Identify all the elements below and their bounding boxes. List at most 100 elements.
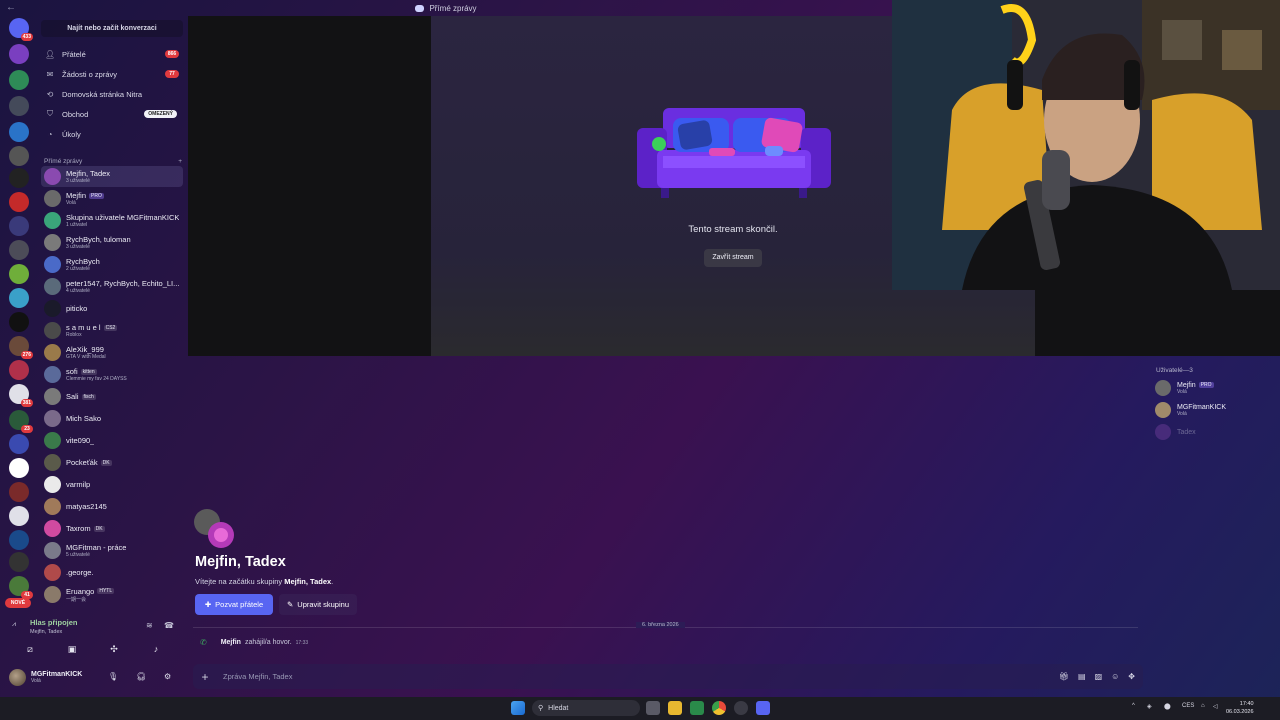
server-icon[interactable] — [9, 552, 29, 572]
dm-name-row: MGFitman - práce — [66, 543, 126, 552]
dm-subtitle: 4 uživatelé — [66, 288, 90, 294]
member-item[interactable]: Tadex — [1155, 422, 1275, 442]
user-name[interactable]: MGFitmanKICK — [31, 671, 82, 678]
plus-icon[interactable]: + — [178, 158, 182, 165]
dm-item[interactable]: Mejfin, Tadex 3 uživatelé — [41, 166, 183, 187]
dm-item[interactable]: Sali fisch — [41, 386, 183, 407]
server-icon[interactable] — [9, 216, 29, 236]
dm-item[interactable]: RychBych, tuloman 3 uživatelé — [41, 232, 183, 253]
server-icon[interactable] — [9, 288, 29, 308]
server-icon[interactable]: 41 — [9, 576, 33, 599]
language-indicator[interactable]: CES — [1182, 703, 1194, 709]
dm-item[interactable]: MGFitman - práce 5 uživatelé — [41, 540, 183, 561]
call-user[interactable]: Mejfin — [221, 639, 241, 646]
dm-item[interactable]: vite090_ — [41, 430, 183, 451]
server-icon[interactable] — [9, 240, 29, 260]
server-icon[interactable] — [9, 44, 29, 64]
dm-item[interactable]: AleXik_999 GTA V with Medal — [41, 342, 183, 363]
taskbar-clock[interactable]: 17:40 06.03.2026 — [1226, 700, 1254, 716]
server-icon[interactable] — [9, 458, 29, 478]
dm-item[interactable]: peter1547, RychBych, Echito_LI... 4 uživa… — [41, 276, 183, 297]
notification-badge: 77 — [165, 70, 179, 78]
server-icon[interactable] — [9, 264, 29, 284]
dm-item[interactable]: RychBych 2 uživatelé — [41, 254, 183, 275]
discord-icon[interactable] — [756, 701, 770, 715]
server-icon[interactable] — [9, 122, 29, 142]
edit-group-button[interactable]: ✎ Upravit skupinu — [279, 594, 357, 615]
server-icon[interactable]: 23 — [9, 410, 33, 433]
chevron-up-icon[interactable]: ^ — [1132, 703, 1135, 709]
windows-start-icon[interactable] — [511, 701, 525, 715]
nav-item[interactable]: ⟲ Domovská stránka Nitra — [41, 85, 183, 103]
disconnect-icon[interactable]: ☎ — [164, 621, 174, 630]
tray-app-icon-2[interactable]: ⬤ — [1164, 703, 1171, 710]
server-icon[interactable] — [9, 506, 29, 526]
server-icon[interactable] — [9, 146, 29, 166]
nav-item[interactable]: ◔ Úkoly — [41, 125, 183, 143]
nav-item[interactable]: ⛉ Obchod OMEZENÝ — [41, 105, 183, 123]
close-stream-button[interactable]: Zavřít stream — [704, 249, 762, 267]
mic-icon[interactable]: 🎙︎ — [108, 672, 118, 681]
gif-icon[interactable]: ▤ — [1078, 672, 1086, 681]
file-explorer-icon[interactable] — [668, 701, 682, 715]
attach-plus-icon[interactable]: + — [193, 670, 217, 684]
volume-icon[interactable]: ◁ — [1213, 703, 1218, 710]
nav-item[interactable]: ✉ Žádosti o zprávy 77 — [41, 65, 183, 83]
sticker-icon[interactable]: ▨ — [1095, 672, 1103, 681]
dm-item[interactable]: matyas2145 — [41, 496, 183, 517]
noise-suppression-icon[interactable]: ≋ — [146, 621, 153, 630]
dm-item[interactable]: s a m u e l CS2 Roblox — [41, 320, 183, 341]
store-icon[interactable] — [690, 701, 704, 715]
dm-name: Taxrom — [66, 524, 91, 533]
dm-item[interactable]: Taxrom DK — [41, 518, 183, 539]
server-icon[interactable] — [9, 168, 29, 188]
server-icon[interactable]: 276 — [9, 336, 33, 359]
network-icon[interactable]: ⌂ — [1201, 703, 1205, 709]
dm-item[interactable]: piticko — [41, 298, 183, 319]
gear-icon[interactable]: ⚙ — [164, 672, 171, 681]
dm-item[interactable]: Mich Sako — [41, 408, 183, 429]
server-icon[interactable] — [9, 312, 29, 332]
server-icon[interactable] — [9, 530, 29, 550]
dm-item[interactable]: varmilp — [41, 474, 183, 495]
taskbar-search[interactable]: ⚲ Hledat — [532, 700, 640, 716]
app-icon[interactable] — [734, 701, 748, 715]
server-icon[interactable] — [9, 360, 29, 380]
server-badge: 23 — [21, 425, 33, 433]
arrow-left-icon[interactable]: ← — [6, 2, 16, 13]
server-icon[interactable]: 433 — [9, 18, 33, 41]
avatar[interactable] — [9, 668, 26, 686]
member-item[interactable]: MGFitmanKICK Volá — [1155, 400, 1275, 420]
server-icon[interactable]: 381 — [9, 384, 33, 407]
emoji-icon[interactable]: ☺ — [1111, 672, 1119, 681]
message-input[interactable]: Zpráva Mejfin, Tadex — [223, 672, 292, 681]
server-icon[interactable] — [9, 482, 29, 502]
new-servers-badge[interactable]: NOVÉ — [5, 598, 31, 608]
gift-icon[interactable]: 🎁︎ — [1059, 672, 1069, 681]
dm-item[interactable]: Pockeťák DK — [41, 452, 183, 473]
dm-subtitle: GTA V with Medal — [66, 354, 106, 360]
server-icon[interactable] — [9, 192, 29, 212]
screen-share-icon[interactable]: ▣ — [60, 642, 84, 656]
voice-channel[interactable]: Mejfin, Tadex — [30, 629, 62, 635]
stream-off-icon[interactable]: ⧄ — [18, 642, 42, 656]
dm-item[interactable]: Eruango HYTL 一期一会 — [41, 584, 183, 605]
dm-item[interactable]: Mejfin PRO Volá — [41, 188, 183, 209]
nav-item[interactable]: 👤︎ Přátelé 866 — [41, 45, 183, 63]
tray-app-icon[interactable]: ◈ — [1147, 703, 1152, 710]
server-icon[interactable] — [9, 70, 29, 90]
chrome-icon[interactable] — [712, 701, 726, 715]
soundboard-icon[interactable]: ♪ — [144, 642, 168, 656]
find-conversation-button[interactable]: Najít nebo začít konverzaci — [41, 20, 183, 37]
headset-icon[interactable]: 🎧︎ — [136, 672, 146, 681]
server-icon[interactable] — [9, 96, 29, 116]
apps-icon[interactable]: ✥ — [1128, 672, 1135, 681]
dm-item[interactable]: sofi kitten Clemmie my fav 24 DAYSS — [41, 364, 183, 385]
dm-item[interactable]: Skupina uživatele MGFitmanKICK 1 uživatel — [41, 210, 183, 231]
member-item[interactable]: Mejfin PRO Volá — [1155, 378, 1275, 398]
server-icon[interactable] — [9, 434, 29, 454]
activities-icon[interactable]: ✣ — [102, 642, 126, 656]
dm-item[interactable]: .george. — [41, 562, 183, 583]
task-view-icon[interactable] — [646, 701, 660, 715]
invite-friends-button[interactable]: ✚ Pozvat přátele — [195, 594, 273, 615]
